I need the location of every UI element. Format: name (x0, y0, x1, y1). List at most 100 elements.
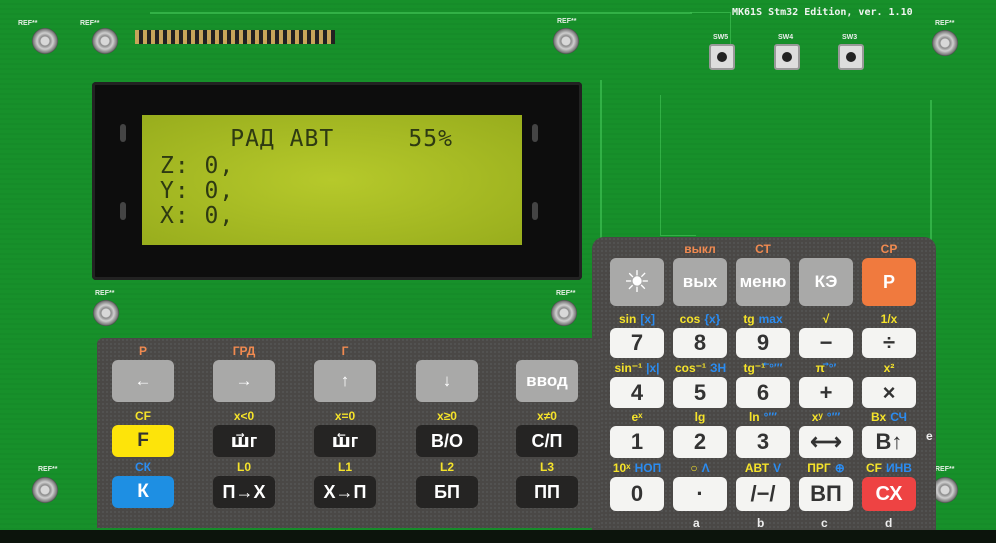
keypad-key[interactable]: 3 (736, 426, 790, 458)
key-function-label: cos (679, 312, 701, 326)
keypad-key[interactable]: СХ (862, 477, 916, 511)
keypad-key[interactable]: В/О (416, 425, 478, 457)
key-label: Р (882, 271, 895, 292)
lcd-clip (120, 124, 126, 142)
keypad-key[interactable]: F (112, 425, 174, 457)
lcd-clip (532, 124, 538, 142)
key-label: 5 (693, 379, 707, 405)
key-function-label: СР (880, 242, 898, 256)
screw-icon (553, 28, 579, 54)
key-label: В↑ (875, 429, 903, 454)
switch-sw5[interactable] (709, 44, 735, 70)
ref-label: REF** (935, 20, 955, 27)
keypad-key[interactable]: → (213, 360, 275, 402)
key-label: 8 (693, 330, 707, 355)
key-function-labels: x² (862, 361, 916, 375)
key-function-labels: Вх СЧ (862, 410, 916, 424)
key-function-label: Г (341, 344, 349, 358)
key-function-label: L1 (337, 460, 352, 474)
keypad-key[interactable]: × (862, 377, 916, 408)
key-function-labels: ГРД (213, 344, 275, 358)
keypad-key[interactable]: 9 (736, 328, 790, 358)
keypad-key[interactable]: С/П (516, 425, 578, 457)
keypad-key[interactable]: ш⃖г (314, 425, 376, 457)
keypad-key[interactable]: ВП (799, 477, 853, 511)
key-function-label: sin⁻¹ (614, 361, 643, 375)
key-function-label: eˣ (631, 410, 643, 424)
key-function-label: СЧ (890, 410, 907, 424)
lcd-screen: РАД АВТ 55% Z: 0, Y: 0, X: 0, (142, 115, 522, 245)
key-label: × (882, 379, 896, 405)
screw-icon (551, 300, 577, 326)
keypad-key[interactable]: 5 (673, 377, 727, 408)
keypad-key[interactable]: 0 (610, 477, 664, 511)
key-label: вых (682, 272, 718, 291)
key-function-labels: выкл (673, 242, 727, 256)
key-function-labels: √ (799, 312, 853, 326)
key-function-labels: Р (112, 344, 174, 358)
keypad-key[interactable]: + (799, 377, 853, 408)
switch-label: SW4 (778, 34, 794, 41)
backlight-key[interactable]: ☀ (610, 258, 664, 306)
lcd-status-line: РАД АВТ 55% (156, 126, 453, 152)
switch-sw3[interactable] (838, 44, 864, 70)
key-function-label: СК (135, 460, 151, 474)
keypad-key[interactable]: X→П (314, 476, 376, 508)
keypad-key[interactable]: ← (112, 360, 174, 402)
key-function-labels: Г (314, 344, 376, 358)
switch-sw4[interactable] (774, 44, 800, 70)
key-function-label: НОП (634, 461, 662, 475)
keypad-key[interactable]: 2 (673, 426, 727, 458)
key-function-label: π (815, 361, 825, 375)
keypad-key[interactable]: ш⃗г (213, 425, 275, 457)
keypad-key[interactable]: К (112, 476, 174, 508)
key-function-label: Вх (871, 410, 887, 424)
keypad-key[interactable]: ПП (516, 476, 578, 508)
keypad-key[interactable]: ÷ (862, 328, 916, 358)
key-function-labels: x≥0 (416, 409, 478, 423)
key-label: + (819, 379, 833, 405)
key-label: меню (739, 272, 787, 291)
screw-icon (932, 30, 958, 56)
screw-icon (32, 477, 58, 503)
keypad-key[interactable]: 4 (610, 377, 664, 408)
exit-key[interactable]: вых (673, 258, 727, 306)
key-label: С/П (531, 430, 563, 451)
menu-key[interactable]: меню (736, 258, 790, 306)
key-function-label: tg⁻¹ (743, 361, 766, 375)
key-function-labels: eˣ (610, 410, 664, 424)
key-function-label: Λ (701, 461, 710, 475)
ke-key[interactable]: КЭ (799, 258, 853, 306)
keypad-key[interactable]: ↑ (314, 360, 376, 402)
keypad-key[interactable]: ⟷ (799, 426, 853, 458)
keypad-key[interactable]: 7 (610, 328, 664, 358)
key-function-labels: СТ (736, 242, 790, 256)
keypad-key[interactable]: ввод (516, 360, 578, 402)
ref-label: REF** (18, 20, 38, 27)
switch-label: SW3 (842, 34, 858, 41)
key-function-label: °′″ (826, 410, 841, 424)
key-function-labels: 1/x (862, 312, 916, 326)
key-function-labels: 10ˣ НОП (610, 461, 664, 475)
r-key[interactable]: Р (862, 258, 916, 306)
keypad-key[interactable]: · (673, 477, 727, 511)
key-function-label: |x| (646, 361, 660, 375)
keypad-key[interactable]: В↑ (862, 426, 916, 458)
key-label: ⟷ (810, 429, 842, 454)
key-function-label: {x} (704, 312, 721, 326)
keypad-key[interactable]: /−/ (736, 477, 790, 511)
key-function-label: cos⁻¹ (675, 361, 707, 375)
pcb-trace (660, 95, 696, 236)
keypad-key[interactable]: П→X (213, 476, 275, 508)
keypad-key[interactable]: − (799, 328, 853, 358)
ref-label: REF** (95, 290, 115, 297)
key-function-labels: tg⁻¹⃖°′″ (736, 361, 790, 375)
edge-label-d: d (885, 516, 893, 530)
keypad-key[interactable]: БП (416, 476, 478, 508)
keypad-key[interactable]: ↓ (416, 360, 478, 402)
keypad-key[interactable]: 8 (673, 328, 727, 358)
key-function-labels: ln °′″ (736, 410, 790, 424)
key-function-labels: L1 (314, 460, 376, 474)
keypad-key[interactable]: 1 (610, 426, 664, 458)
keypad-key[interactable]: 6 (736, 377, 790, 408)
